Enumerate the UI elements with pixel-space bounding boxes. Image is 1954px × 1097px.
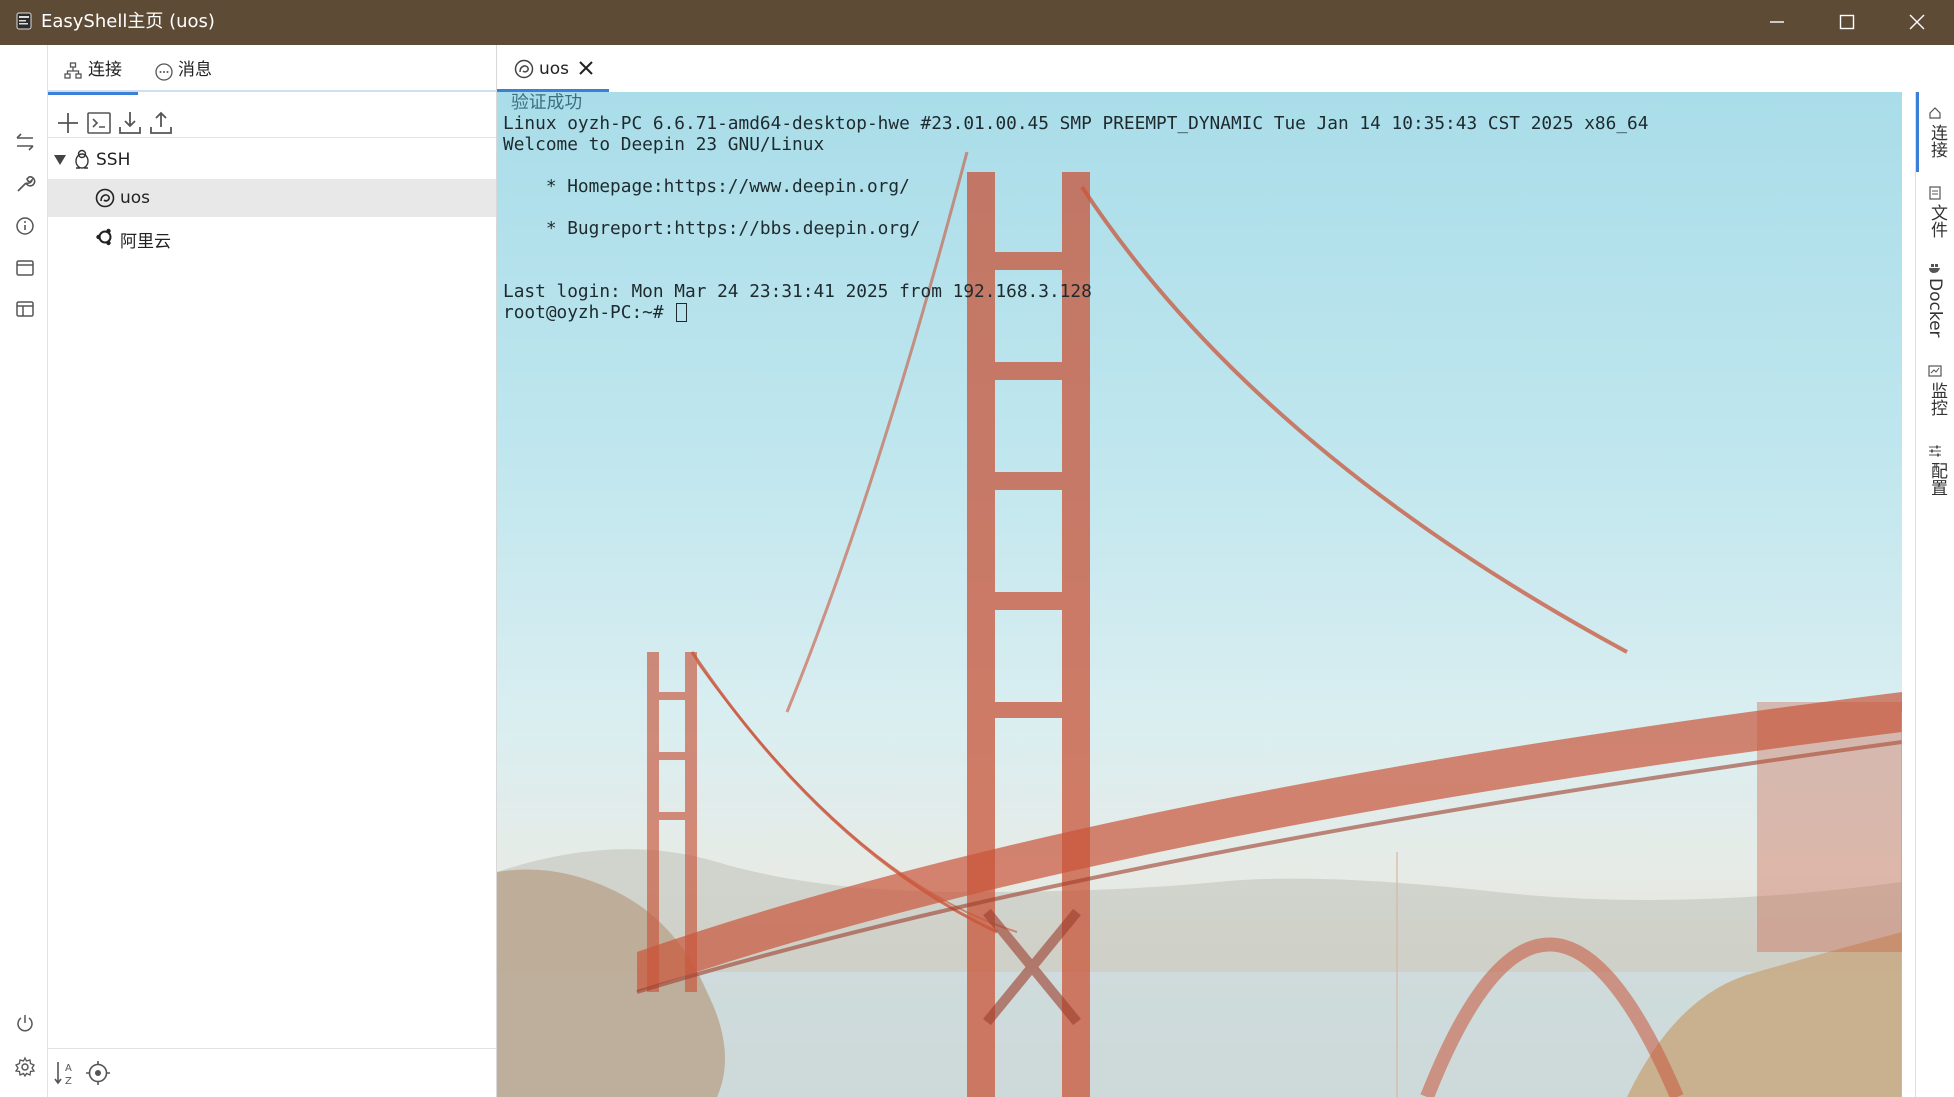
- close-tab-icon[interactable]: [577, 59, 595, 77]
- svg-text:A: A: [65, 1063, 72, 1074]
- right-tab-label: 配置: [1927, 462, 1947, 496]
- connection-toolbar: [48, 105, 496, 141]
- sliders-icon: [1929, 445, 1941, 457]
- right-tab-label: Docker: [1925, 278, 1945, 338]
- terminal-line: * Homepage:https://www.deepin.org/: [503, 176, 910, 197]
- home-icon: [1929, 107, 1941, 119]
- terminal-output[interactable]: 验证成功 Linux oyzh-PC 6.6.71-amd64-desktop-h…: [503, 92, 1648, 323]
- terminal-panel[interactable]: 验证成功 Linux oyzh-PC 6.6.71-amd64-desktop-h…: [497, 92, 1902, 1097]
- tab-messages-label: 消息: [178, 60, 212, 80]
- minimize-button[interactable]: [1742, 0, 1812, 45]
- divider: [48, 1048, 496, 1049]
- sidebar: 连接 消息 SSH uos 阿里云 AZ: [48, 45, 497, 1097]
- tree-group-label: SSH: [96, 150, 131, 170]
- tab-connections-label: 连接: [88, 60, 122, 80]
- expand-triangle-icon[interactable]: [53, 154, 67, 166]
- layout-icon[interactable]: [14, 298, 36, 320]
- prompt-line[interactable]: root@oyzh-PC:~#: [503, 302, 1648, 323]
- maximize-icon: [1839, 14, 1855, 30]
- tab-connections[interactable]: 连接: [48, 55, 138, 95]
- terminal-cursor: [676, 303, 688, 322]
- tree-group-ssh[interactable]: SSH: [48, 141, 496, 179]
- terminal-line: * Bugreport:https://bbs.deepin.org/: [503, 218, 921, 239]
- export-icon[interactable]: [147, 109, 175, 137]
- divider: [48, 137, 496, 138]
- right-tab-label: 监控: [1927, 382, 1947, 416]
- right-tab-docker[interactable]: Docker: [1916, 260, 1954, 350]
- terminal-tab-bar: uos: [497, 45, 1915, 92]
- left-icon-strip: [0, 45, 48, 1097]
- deepin-icon: [514, 59, 534, 79]
- tree-item-label: uos: [120, 188, 151, 208]
- tree-item-label: 阿里云: [120, 232, 171, 252]
- add-icon[interactable]: [54, 109, 82, 137]
- close-window-button[interactable]: [1882, 0, 1952, 45]
- right-tab-config[interactable]: 配置: [1916, 444, 1954, 514]
- terminal-tab-uos[interactable]: uos: [497, 45, 609, 92]
- right-tab-files[interactable]: 文件: [1916, 180, 1954, 250]
- tab-messages[interactable]: 消息: [152, 55, 232, 95]
- title-bar: EasyShell主页 (uos): [0, 0, 1954, 45]
- tree-item-uos[interactable]: uos: [48, 179, 496, 217]
- window-title: EasyShell主页 (uos): [41, 11, 215, 32]
- locate-icon[interactable]: [85, 1060, 111, 1086]
- terminal-line: Last login: Mon Mar 24 23:31:41 2025 fro…: [503, 281, 1092, 302]
- right-tab-label: 连接: [1927, 124, 1947, 158]
- minimize-icon: [1770, 21, 1784, 23]
- ubuntu-icon: [96, 228, 112, 246]
- file-icon: [1929, 186, 1941, 200]
- transfer-icon[interactable]: [14, 131, 36, 153]
- info-icon[interactable]: [14, 215, 36, 237]
- right-tab-label: 文件: [1927, 204, 1947, 238]
- wrench-icon[interactable]: [14, 173, 36, 195]
- right-tab-connect[interactable]: 连接: [1916, 92, 1954, 172]
- chat-icon: [155, 63, 173, 81]
- window-icon[interactable]: [14, 257, 36, 279]
- shell-prompt: root@oyzh-PC:~#: [503, 302, 675, 323]
- terminal-line: Linux oyzh-PC 6.6.71-amd64-desktop-hwe #…: [503, 113, 1649, 134]
- auth-status-line: 验证成功: [511, 92, 583, 113]
- svg-text:Z: Z: [65, 1076, 72, 1087]
- docker-icon: [1929, 264, 1940, 273]
- sort-az-icon[interactable]: AZ: [53, 1059, 79, 1087]
- tree-item-aliyun[interactable]: 阿里云: [48, 218, 496, 256]
- hierarchy-icon: [64, 62, 82, 79]
- import-icon[interactable]: [116, 109, 144, 137]
- terminal-icon[interactable]: [85, 109, 113, 137]
- terminal-line: Welcome to Deepin 23 GNU/Linux: [503, 134, 825, 155]
- terminal-tab-label: uos: [539, 59, 570, 79]
- right-tab-monitor[interactable]: 监控: [1916, 364, 1954, 434]
- maximize-button[interactable]: [1812, 0, 1882, 45]
- tab-underline: [48, 90, 496, 92]
- monitor-icon: [1928, 365, 1942, 377]
- bottom-toolbar: AZ: [48, 1055, 496, 1091]
- gear-icon[interactable]: [14, 1056, 36, 1078]
- linux-icon: [75, 149, 89, 169]
- power-icon[interactable]: [14, 1012, 36, 1034]
- app-icon: [16, 12, 32, 30]
- deepin-icon: [95, 188, 115, 208]
- close-icon: [1909, 14, 1925, 30]
- right-panel-strip: 连接 文件 Docker 监控 配置: [1915, 92, 1954, 1097]
